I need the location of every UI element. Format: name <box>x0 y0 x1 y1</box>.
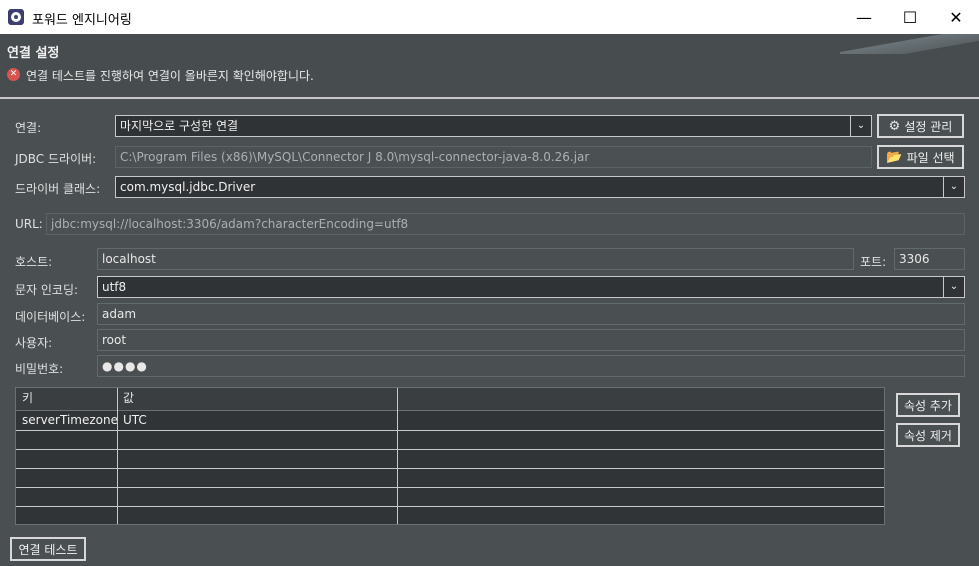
error-message: 연결 테스트를 진행하여 연결이 올바른지 확인해야합니다. <box>26 69 314 83</box>
connection-select[interactable]: 마지막으로 구성한 연결 ⌄ <box>115 115 872 137</box>
table-row[interactable]: serverTimezone UTC <box>16 411 884 431</box>
table-row[interactable] <box>16 468 884 488</box>
connection-value: 마지막으로 구성한 연결 <box>120 119 239 133</box>
chevron-down-icon: ⌄ <box>943 277 964 297</box>
row-key[interactable] <box>16 449 117 467</box>
database-field[interactable]: adam <box>97 303 965 325</box>
row-key[interactable] <box>16 487 117 505</box>
password-field[interactable]: ●●●● <box>97 355 965 377</box>
select-file-button[interactable]: 📂 파일 선택 <box>877 145 964 169</box>
window-title: 포워드 엔지니어링 <box>32 13 132 28</box>
column-header-key[interactable]: 키 <box>16 388 117 410</box>
jdbc-driver-label: JDBC 드라이버: <box>15 152 97 166</box>
row-value[interactable] <box>117 430 397 448</box>
row-key[interactable] <box>16 430 117 448</box>
add-property-button[interactable]: 속성 추가 <box>896 393 960 417</box>
port-label: 포트: <box>860 255 887 269</box>
row-key[interactable] <box>16 506 117 524</box>
encoding-label: 문자 인코딩: <box>15 283 79 297</box>
connection-label: 연결: <box>15 121 42 135</box>
row-key[interactable]: serverTimezone <box>16 411 118 429</box>
properties-table: 키 값 serverTimezone UTC <box>15 387 885 525</box>
host-label: 호스트: <box>15 255 53 269</box>
driver-class-label: 드라이버 클래스: <box>15 182 101 196</box>
table-row[interactable] <box>16 487 884 507</box>
url-label: URL: <box>15 217 43 231</box>
column-divider <box>117 388 118 524</box>
row-value[interactable] <box>117 449 397 467</box>
close-button[interactable]: ✕ <box>933 0 979 34</box>
table-row[interactable] <box>16 430 884 450</box>
url-field[interactable]: jdbc:mysql://localhost:3306/adam?charact… <box>46 213 965 235</box>
password-label: 비밀번호: <box>15 362 64 376</box>
chevron-down-icon: ⌄ <box>850 116 871 136</box>
column-header-value[interactable]: 값 <box>117 388 397 410</box>
remove-property-button[interactable]: 속성 제거 <box>896 423 960 447</box>
row-value[interactable]: UTC <box>117 411 397 429</box>
app-icon <box>8 9 24 25</box>
encoding-value: utf8 <box>102 280 127 294</box>
manage-settings-label: 설정 관리 <box>904 119 953 134</box>
gear-icon: ⚙ <box>888 118 901 134</box>
title-bar: 포워드 엔지니어링 — ☐ ✕ <box>0 0 979 34</box>
table-row[interactable] <box>16 506 884 524</box>
database-label: 데이터베이스: <box>15 310 86 324</box>
select-file-label: 파일 선택 <box>906 150 955 165</box>
manage-settings-button[interactable]: ⚙ 설정 관리 <box>877 114 964 138</box>
dialog-title: 연결 설정 <box>7 46 60 61</box>
driver-class-value: com.mysql.jdbc.Driver <box>120 180 256 194</box>
error-icon: ✕ <box>7 68 20 81</box>
maximize-button[interactable]: ☐ <box>887 0 933 34</box>
table-header: 키 값 <box>16 388 884 411</box>
header-decoration <box>840 34 979 54</box>
chevron-down-icon: ⌄ <box>943 177 964 197</box>
port-field[interactable]: 3306 <box>894 248 965 270</box>
row-value[interactable] <box>117 468 397 486</box>
row-value[interactable] <box>117 487 397 505</box>
driver-class-select[interactable]: com.mysql.jdbc.Driver ⌄ <box>115 176 965 198</box>
table-row[interactable] <box>16 449 884 469</box>
user-field[interactable]: root <box>97 329 965 351</box>
row-value[interactable] <box>117 506 397 524</box>
user-label: 사용자: <box>15 336 53 350</box>
folder-icon: 📂 <box>886 149 903 165</box>
header-separator <box>0 97 979 99</box>
jdbc-driver-path-field[interactable]: C:\Program Files (x86)\MySQL\Connector J… <box>115 146 872 168</box>
host-field[interactable]: localhost <box>97 248 854 270</box>
column-divider <box>397 388 398 524</box>
minimize-button[interactable]: — <box>841 0 887 34</box>
row-key[interactable] <box>16 468 117 486</box>
dialog-header <box>0 34 979 98</box>
test-connection-button[interactable]: 연결 테스트 <box>10 537 86 561</box>
encoding-select[interactable]: utf8 ⌄ <box>97 276 965 298</box>
